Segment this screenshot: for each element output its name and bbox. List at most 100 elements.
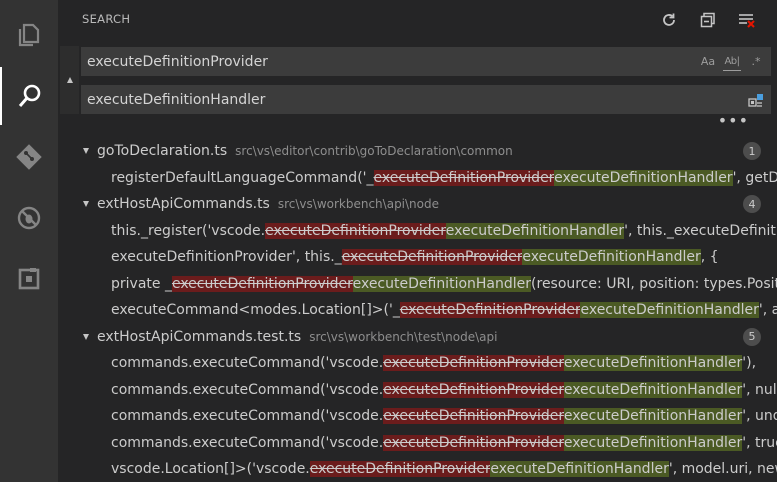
match-removed-text: executeDefinitionProvider [171, 275, 353, 292]
search-sidebar: SEARCH Aa Ab| .* ••• goToDeclaration.tss [58, 0, 777, 482]
match-whole-word-toggle[interactable]: Ab| [723, 53, 741, 71]
match-row[interactable]: this._register('vscode.executeDefinition… [58, 218, 777, 245]
find-options: Aa Ab| .* [699, 53, 771, 71]
file-label: extHostApiCommands.ts src\vs\workbench\ap… [97, 196, 439, 212]
replace-all-icon[interactable] [747, 91, 765, 109]
match-removed-text: executeDefinitionProvider [373, 169, 555, 186]
extensions-icon[interactable] [0, 250, 58, 308]
match-inserted-text: executeDefinitionHandler [490, 461, 669, 478]
match-line: registerDefaultLanguageCommand('_execute… [111, 169, 777, 186]
match-removed-text: executeDefinitionProvider [383, 434, 564, 451]
toggle-search-details-button[interactable]: ••• [718, 113, 749, 129]
match-prefix: commands.executeCommand('vscode. [111, 381, 384, 398]
match-line: vscode.Location[]>('vscode.executeDefini… [111, 461, 777, 478]
clear-results-icon[interactable] [735, 8, 759, 32]
chevron-down-icon[interactable] [83, 201, 89, 207]
match-prefix: this._register('vscode. [111, 222, 266, 239]
replace-input[interactable] [81, 85, 747, 114]
match-line: commands.executeCommand('vscode.executeD… [111, 434, 777, 451]
replace-input-box [81, 85, 771, 114]
match-line: private _executeDefinitionProviderexecut… [111, 275, 777, 292]
use-regex-toggle[interactable]: .* [747, 53, 765, 71]
match-prefix: commands.executeCommand('vscode. [111, 434, 384, 451]
match-row[interactable]: vscode.Location[]>('vscode.executeDefini… [58, 456, 777, 482]
match-suffix: ', und... [742, 408, 777, 425]
match-removed-text: executeDefinitionProvider [309, 461, 491, 478]
debug-icon[interactable] [0, 189, 58, 247]
match-prefix: commands.executeCommand('vscode. [111, 355, 384, 372]
match-inserted-text: executeDefinitionHandler [563, 355, 743, 372]
collapse-all-icon[interactable] [696, 8, 720, 32]
file-label: extHostApiCommands.test.ts src\vs\workben… [97, 329, 497, 345]
match-suffix: ', model.uri, new... [668, 461, 777, 478]
match-removed-text: executeDefinitionProvider [383, 355, 564, 372]
replace-options [747, 91, 771, 109]
file-name: goToDeclaration.ts [97, 143, 228, 160]
match-row[interactable]: commands.executeCommand('vscode.executeD… [58, 377, 777, 404]
match-case-toggle[interactable]: Aa [699, 53, 717, 71]
match-row[interactable]: commands.executeCommand('vscode.executeD… [58, 403, 777, 430]
match-prefix: registerDefaultLanguageCommand('_ [111, 169, 374, 186]
match-row[interactable]: executeCommand<modes.Location[]>('_ execu… [58, 297, 777, 324]
match-row[interactable]: registerDefaultLanguageCommand('_execute… [58, 165, 777, 192]
file-label: goToDeclaration.ts src\vs\editor\contrib\… [97, 143, 513, 159]
match-removed-text: executeDefinitionProvider [341, 249, 523, 266]
file-name: extHostApiCommands.ts [97, 196, 270, 213]
match-inserted-text: executeDefinitionHandler [445, 222, 625, 239]
match-removed-text: executeDefinitionProvider [265, 222, 446, 239]
match-count-badge: 5 [743, 327, 761, 346]
file-path: src\vs\workbench\test\node\api [309, 329, 498, 344]
search-header-actions [657, 8, 759, 32]
file-match-row[interactable]: extHostApiCommands.ts src\vs\workbench\ap… [58, 191, 777, 218]
match-prefix: private _ [111, 275, 172, 292]
search-input[interactable] [81, 47, 699, 76]
match-removed-text: executeDefinitionProvider [383, 408, 564, 425]
file-name: extHostApiCommands.test.ts [97, 328, 302, 345]
match-suffix: ', getD... [732, 169, 777, 186]
match-prefix: executeDefinitionProvider', this._ [111, 249, 342, 266]
file-match-row[interactable]: extHostApiCommands.test.ts src\vs\workben… [58, 324, 777, 351]
match-prefix: executeCommand<modes.Location[]>('_ [111, 302, 400, 319]
chevron-down-icon[interactable] [83, 333, 89, 340]
match-line: this._register('vscode.executeDefinition… [111, 222, 777, 239]
source-control-icon[interactable] [0, 128, 58, 186]
refresh-icon[interactable] [657, 8, 681, 32]
match-removed-text: executeDefinitionProvider [383, 381, 564, 398]
match-inserted-text: executeDefinitionHandler [563, 434, 743, 451]
match-row[interactable]: commands.executeCommand('vscode.executeD… [58, 430, 777, 457]
match-suffix: ', this._executeDefinitio... [624, 222, 777, 239]
match-inserted-text: executeDefinitionHandler [522, 249, 701, 266]
match-inserted-text: executeDefinitionHandler [352, 275, 532, 292]
match-line: commands.executeCommand('vscode.executeD… [111, 381, 777, 398]
search-results-tree: goToDeclaration.ts src\vs\editor\contrib\… [58, 138, 777, 482]
explorer-icon[interactable] [0, 6, 58, 64]
file-match-row[interactable]: goToDeclaration.ts src\vs\editor\contrib\… [58, 138, 777, 165]
match-row[interactable]: private _executeDefinitionProviderexecut… [58, 271, 777, 298]
match-inserted-text: executeDefinitionHandler [563, 408, 743, 425]
match-prefix: vscode.Location[]>('vscode. [111, 461, 310, 478]
match-row[interactable]: commands.executeCommand('vscode.executeD… [58, 350, 777, 377]
match-count-badge: 1 [743, 142, 761, 161]
match-suffix: ', ar... [758, 302, 777, 319]
match-inserted-text: executeDefinitionHandler [580, 302, 759, 319]
match-inserted-text: executeDefinitionHandler [563, 381, 743, 398]
match-count-badge: 4 [743, 195, 761, 214]
match-suffix: ', null), [742, 381, 777, 398]
match-suffix: '), [742, 355, 757, 372]
match-inserted-text: executeDefinitionHandler [554, 169, 733, 186]
file-path: src\vs\editor\contrib\goToDeclaration\co… [235, 144, 513, 159]
search-header-title: SEARCH [82, 12, 131, 26]
match-suffix: ', true... [742, 434, 777, 451]
search-icon[interactable] [0, 67, 58, 125]
match-suffix: , { [700, 249, 719, 266]
chevron-down-icon[interactable] [83, 148, 89, 154]
file-path: src\vs\workbench\api\node [277, 197, 440, 212]
match-prefix: commands.executeCommand('vscode. [111, 408, 384, 425]
match-line: commands.executeCommand('vscode.executeD… [111, 355, 757, 372]
chevron-up-icon [66, 77, 73, 83]
find-input-box: Aa Ab| .* [81, 47, 771, 76]
toggle-replace-button[interactable] [60, 46, 79, 114]
match-line: commands.executeCommand('vscode.executeD… [111, 408, 777, 425]
activity-bar [0, 0, 58, 482]
match-row[interactable]: executeDefinitionProvider', this._execut… [58, 244, 777, 271]
